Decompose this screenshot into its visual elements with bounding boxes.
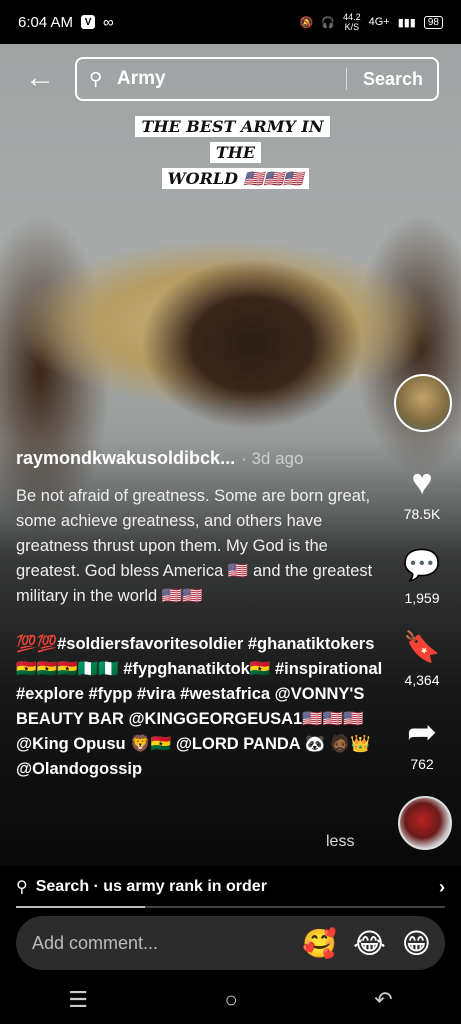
battery-indicator: 98	[423, 15, 443, 29]
status-bar: 6:04 AM V ∞ 🔕 🎧 44.2 K/S 4G+ ▮▮▮ 98	[0, 0, 461, 44]
share-count: 762	[410, 756, 434, 772]
mute-icon: 🔕	[299, 16, 314, 29]
headphones-icon: 🎧	[321, 16, 336, 29]
comment-bubble-icon: 💬	[403, 549, 441, 582]
like-button[interactable]: ♥ 78.5K	[392, 461, 452, 523]
creator-avatar[interactable]	[394, 374, 452, 432]
heart-icon: ♥	[411, 461, 433, 502]
home-circle-icon[interactable]: ○	[224, 987, 237, 1013]
emoji-tears-of-joy[interactable]: 😂	[353, 927, 386, 960]
post-caption: Be not afraid of greatness. Some are bor…	[16, 487, 373, 605]
comment-button[interactable]: 💬 1,959	[392, 546, 452, 606]
search-bar[interactable]: ⚲ Army Search	[75, 57, 439, 101]
share-button[interactable]: ➦ 762	[392, 711, 452, 773]
system-nav-bar: ☰ ○ ↶	[0, 976, 461, 1024]
overlay-line-2: WORLD 🇺🇸🇺🇸🇺🇸	[161, 168, 310, 189]
chevron-right-icon: ›	[439, 876, 445, 897]
search-icon: ⚲	[89, 68, 103, 89]
share-arrow-icon: ➦	[406, 711, 438, 752]
post-hashtags[interactable]: 💯💯#soldiersfavoritesoldier #ghanatiktoke…	[16, 632, 386, 782]
username[interactable]: raymondkwakusoldibck...	[16, 448, 235, 468]
related-search[interactable]: ⚲ Search · us army rank in order ›	[0, 866, 461, 908]
comment-input[interactable]: Add comment...	[32, 933, 286, 954]
save-count: 4,364	[404, 672, 440, 688]
vpn-icon: V	[81, 15, 96, 29]
post-author[interactable]: raymondkwakusoldibck... · 3d ago	[16, 448, 376, 469]
sound-disc[interactable]	[398, 796, 452, 850]
link-icon: ∞	[103, 13, 114, 31]
post-age: · 3d ago	[241, 449, 304, 468]
video-progress-bar[interactable]	[16, 906, 445, 908]
search-input[interactable]: Army	[117, 68, 346, 90]
status-time: 6:04 AM	[18, 13, 74, 31]
overlay-line-1: THE BEST ARMY IN THE	[135, 116, 330, 163]
search-button[interactable]: Search	[347, 69, 437, 90]
like-count: 78.5K	[403, 506, 441, 522]
back-nav-icon[interactable]: ↶	[374, 987, 392, 1013]
emoji-smiling-hearts[interactable]: 🥰	[302, 927, 337, 960]
progress-fill	[16, 906, 145, 908]
video-text-overlay: THE BEST ARMY IN THE WORLD 🇺🇸🇺🇸🇺🇸	[118, 114, 353, 192]
comment-bar[interactable]: Add comment... 🥰 😂 😁	[16, 916, 445, 970]
back-arrow-icon[interactable]: ←	[22, 62, 58, 98]
signal-icon: ▮▮▮	[397, 16, 416, 29]
related-search-label: Search · us army rank in order	[35, 878, 267, 895]
speed-indicator: 44.2 K/S	[343, 12, 361, 32]
save-button[interactable]: 🔖 4,364	[392, 628, 452, 688]
network-indicator: 4G+	[368, 16, 390, 28]
less-toggle[interactable]: less	[326, 833, 354, 851]
comment-count: 1,959	[404, 590, 440, 606]
emoji-grinning[interactable]: 😁	[402, 927, 431, 960]
search-icon: ⚲	[16, 879, 28, 896]
menu-icon[interactable]: ☰	[68, 987, 88, 1013]
bookmark-icon: 🔖	[403, 631, 441, 664]
